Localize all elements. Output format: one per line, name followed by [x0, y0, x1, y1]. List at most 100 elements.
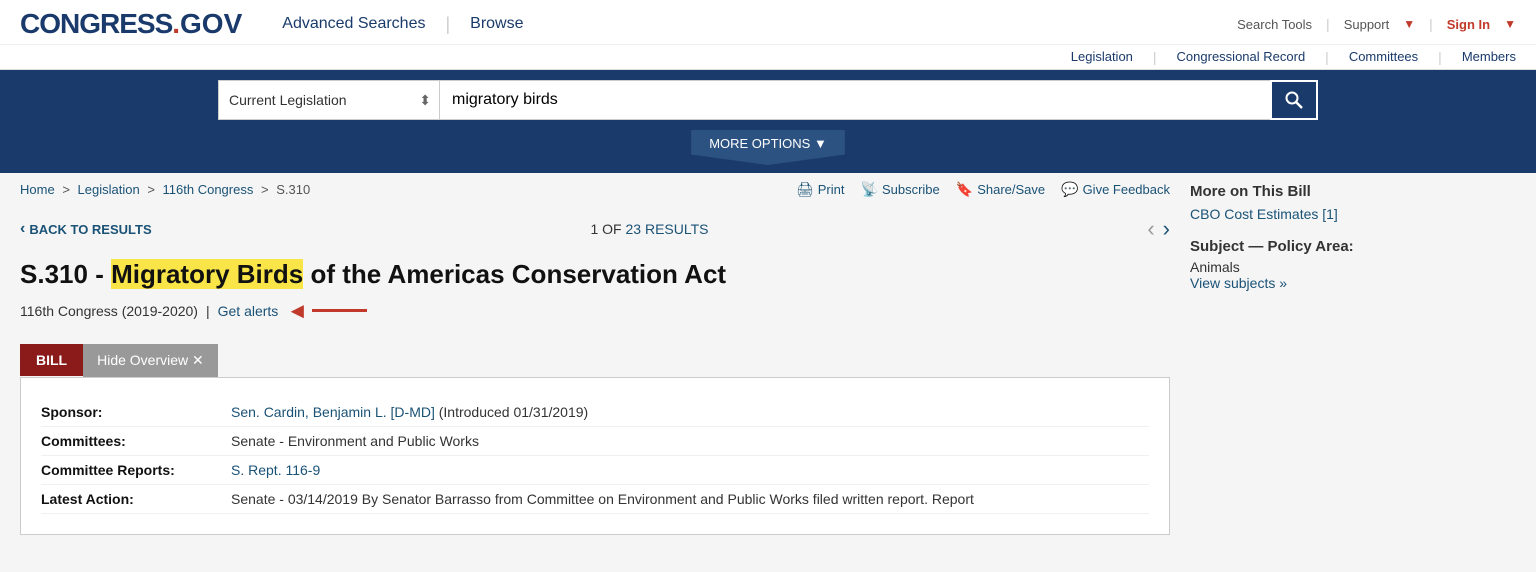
breadcrumb-legislation[interactable]: Legislation	[78, 182, 140, 197]
result-position: 1 OF	[590, 221, 621, 237]
get-alerts-link[interactable]: Get alerts	[218, 303, 279, 319]
committees-label: Committees:	[41, 433, 231, 449]
more-options-button[interactable]: MORE OPTIONS ▼	[691, 130, 845, 165]
breadcrumb-sep2: >	[147, 182, 158, 197]
subject-value: Animals	[1190, 259, 1470, 275]
print-label: Print	[818, 182, 845, 197]
breadcrumb-bar: Home > Legislation > 116th Congress > S.…	[20, 173, 1170, 206]
latest-action-label: Latest Action:	[41, 491, 231, 507]
sec-sep1: |	[1153, 49, 1157, 65]
more-options-chevron: ▼	[814, 136, 827, 151]
bill-row-latest-action: Latest Action: Senate - 03/14/2019 By Se…	[41, 485, 1149, 514]
committee-reports-label: Committee Reports:	[41, 462, 231, 478]
top-nav: CONGRESS . GOV Advanced Searches | Brows…	[0, 0, 1536, 45]
sec-nav-congressional-record[interactable]: Congressional Record	[1177, 49, 1306, 65]
nav-row: ‹ BACK TO RESULTS 1 OF 23 RESULTS ‹ ›	[20, 206, 1170, 248]
bill-overview: Sponsor: Sen. Cardin, Benjamin L. [D-MD]…	[20, 377, 1170, 535]
bill-subtitle: 116th Congress (2019-2020) | Get alerts …	[20, 298, 1170, 324]
sign-in-dropdown-icon: ▼	[1504, 17, 1516, 31]
breadcrumb-actions: 🖨 Print 📡 Subscribe 🔖 Share/Save 💬 Give …	[796, 181, 1170, 198]
bill-title: S.310 - Migratory Birds of the Americas …	[20, 258, 1170, 292]
view-subjects-link[interactable]: View subjects »	[1190, 275, 1470, 291]
sign-in-link[interactable]: Sign In	[1447, 17, 1490, 32]
subscribe-label: Subscribe	[882, 182, 940, 197]
breadcrumb: Home > Legislation > 116th Congress > S.…	[20, 182, 310, 197]
prev-result-arrow[interactable]: ‹	[1147, 216, 1154, 242]
support-link[interactable]: Support	[1344, 17, 1390, 32]
page-layout: Home > Legislation > 116th Congress > S.…	[0, 173, 1536, 535]
back-to-results-link[interactable]: ‹ BACK TO RESULTS	[20, 220, 152, 238]
sponsor-value: Sen. Cardin, Benjamin L. [D-MD] (Introdu…	[231, 404, 1149, 420]
give-feedback-link[interactable]: 💬 Give Feedback	[1061, 181, 1170, 198]
bill-title-pre: -	[95, 259, 111, 289]
logo-congress-text: CONGRESS	[20, 8, 172, 40]
nav-divider: |	[445, 14, 450, 35]
breadcrumb-current: S.310	[276, 182, 310, 197]
committees-value: Senate - Environment and Public Works	[231, 433, 1149, 449]
logo[interactable]: CONGRESS . GOV	[20, 8, 242, 40]
bill-number: S.310	[20, 259, 88, 289]
search-bar: Current Legislation ⬍	[218, 80, 1318, 120]
main-navigation: Advanced Searches | Browse	[242, 14, 1237, 35]
bill-row-committees: Committees: Senate - Environment and Pub…	[41, 427, 1149, 456]
nav-advanced-searches[interactable]: Advanced Searches	[282, 15, 425, 33]
tab-bill[interactable]: BILL	[20, 344, 83, 376]
alert-arrow: ◄	[286, 298, 367, 324]
sec-nav-members[interactable]: Members	[1462, 49, 1516, 65]
share-label: Share/Save	[977, 182, 1045, 197]
header: CONGRESS . GOV Advanced Searches | Brows…	[0, 0, 1536, 70]
bill-title-post: of the Americas Conservation Act	[303, 259, 726, 289]
bill-row-sponsor: Sponsor: Sen. Cardin, Benjamin L. [D-MD]…	[41, 398, 1149, 427]
search-button[interactable]	[1270, 80, 1318, 120]
tab-hide-overview-label: Hide Overview ✕	[97, 352, 204, 369]
nav-browse[interactable]: Browse	[470, 15, 523, 33]
search-category-select[interactable]: Current Legislation	[219, 80, 439, 120]
share-save-link[interactable]: 🔖 Share/Save	[956, 181, 1045, 198]
sponsor-label: Sponsor:	[41, 404, 231, 420]
print-icon: 🖨	[796, 181, 814, 198]
sponsor-link[interactable]: Sen. Cardin, Benjamin L. [D-MD]	[231, 404, 435, 420]
breadcrumb-sep1: >	[62, 182, 73, 197]
feedback-label: Give Feedback	[1083, 182, 1170, 197]
sponsor-intro-text: (Introduced 01/31/2019)	[439, 404, 588, 420]
logo-gov-text: GOV	[180, 8, 242, 40]
back-to-results-label: BACK TO RESULTS	[29, 222, 151, 237]
back-chevron-icon: ‹	[20, 220, 25, 238]
secondary-nav: Legislation | Congressional Record | Com…	[0, 45, 1536, 69]
top-right-nav: Search Tools | Support ▼ | Sign In ▼	[1237, 16, 1516, 32]
cbo-cost-estimates-link[interactable]: CBO Cost Estimates [1]	[1190, 206, 1470, 222]
sec-nav-committees[interactable]: Committees	[1349, 49, 1418, 65]
feedback-icon: 💬	[1061, 181, 1078, 198]
more-options-bar: MORE OPTIONS ▼	[0, 130, 1536, 173]
breadcrumb-congress[interactable]: 116th Congress	[163, 182, 254, 197]
subscribe-link[interactable]: 📡 Subscribe	[861, 181, 940, 198]
latest-action-value: Senate - 03/14/2019 By Senator Barrasso …	[231, 491, 1149, 507]
search-select-wrapper: Current Legislation ⬍	[218, 80, 439, 120]
more-on-bill-title: More on This Bill	[1190, 183, 1470, 200]
bill-highlight: Migratory Birds	[111, 259, 303, 289]
bill-congress-info: 116th Congress (2019-2020)	[20, 303, 198, 319]
committee-reports-link[interactable]: S. Rept. 116-9	[231, 462, 320, 478]
bill-title-section: S.310 - Migratory Birds of the Americas …	[20, 248, 1170, 330]
sec-nav-legislation[interactable]: Legislation	[1071, 49, 1133, 65]
nav-arrows: ‹ ›	[1147, 216, 1170, 242]
logo-dot: .	[172, 8, 180, 40]
sep2: |	[1429, 16, 1433, 32]
main-column: Home > Legislation > 116th Congress > S.…	[20, 173, 1170, 535]
print-link[interactable]: 🖨 Print	[796, 181, 845, 198]
more-options-label: MORE OPTIONS	[709, 136, 810, 151]
sec-sep3: |	[1438, 49, 1442, 65]
arrow-symbol: ◄	[286, 298, 308, 324]
sec-sep2: |	[1325, 49, 1329, 65]
breadcrumb-home[interactable]: Home	[20, 182, 55, 197]
right-sidebar: More on This Bill CBO Cost Estimates [1]…	[1170, 173, 1470, 535]
next-result-arrow[interactable]: ›	[1163, 216, 1170, 242]
subscribe-icon: 📡	[861, 181, 878, 198]
results-total-link[interactable]: 23 RESULTS	[626, 221, 709, 237]
tab-hide-overview[interactable]: Hide Overview ✕	[83, 344, 218, 377]
search-input[interactable]	[439, 80, 1270, 120]
search-tools-link[interactable]: Search Tools	[1237, 17, 1312, 32]
sep1: |	[1326, 16, 1330, 32]
share-icon: 🔖	[956, 181, 973, 198]
subject-policy-area-title: Subject — Policy Area:	[1190, 238, 1470, 255]
